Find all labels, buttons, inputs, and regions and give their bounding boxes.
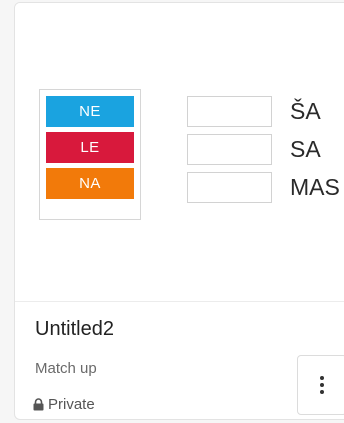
more-options-button[interactable] — [297, 355, 344, 415]
privacy-status: Private — [33, 396, 95, 413]
targets-list: ŠA SA MAS — [187, 93, 340, 207]
more-vertical-icon — [320, 376, 324, 394]
activity-card[interactable]: NE LE NA ŠA SA MAS Untitled2 Match up Pr — [14, 2, 344, 420]
label-tile-ne: NE — [46, 96, 134, 127]
drop-box — [187, 96, 272, 127]
target-text: ŠA — [290, 98, 321, 124]
target-row: ŠA — [187, 93, 340, 130]
target-text: SA — [290, 136, 321, 162]
activity-preview[interactable]: NE LE NA ŠA SA MAS — [15, 3, 344, 302]
label-tile-le: LE — [46, 132, 134, 163]
activity-type: Match up — [35, 360, 97, 377]
target-text: MAS — [290, 174, 340, 200]
privacy-label: Private — [48, 396, 95, 413]
activity-title[interactable]: Untitled2 — [35, 318, 114, 341]
lock-icon — [33, 398, 44, 411]
labels-panel: NE LE NA — [39, 89, 141, 220]
label-tile-na: NA — [46, 168, 134, 199]
drop-box — [187, 134, 272, 165]
target-row: MAS — [187, 169, 340, 206]
target-row: SA — [187, 131, 340, 168]
drop-box — [187, 172, 272, 203]
